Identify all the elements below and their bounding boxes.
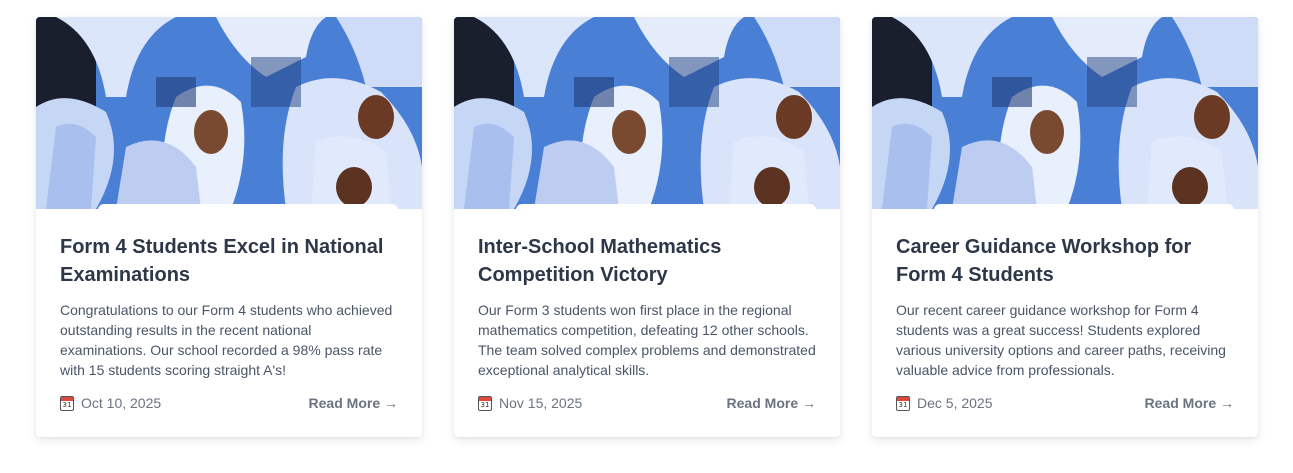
news-card-title[interactable]: Career Guidance Workshop for Form 4 Stud… [896,233,1234,289]
news-card-footer: 31 Nov 15, 2025 Read More → [478,393,816,413]
news-card[interactable]: Career Guidance Workshop for Form 4 Stud… [872,17,1258,437]
calendar-day: 31 [62,400,72,409]
news-card-excerpt: Our Form 3 students won first place in t… [478,302,816,378]
read-more-link[interactable]: Read More → [309,395,398,411]
news-card-title[interactable]: Inter-School Mathematics Competition Vic… [478,233,816,289]
news-card-image[interactable] [36,17,422,209]
news-card-body: Form 4 Students Excel in National Examin… [36,209,422,380]
news-card-date: 31 Oct 10, 2025 [60,395,161,411]
news-card[interactable]: Inter-School Mathematics Competition Vic… [454,17,840,437]
news-card-title[interactable]: Form 4 Students Excel in National Examin… [60,233,398,289]
read-more-link[interactable]: Read More → [727,395,816,411]
news-card-footer: 31 Dec 5, 2025 Read More → [896,393,1234,413]
calendar-icon: 31 [478,395,492,411]
students-photo [36,17,422,209]
news-card-image[interactable] [872,17,1258,209]
news-card[interactable]: Form 4 Students Excel in National Examin… [36,17,422,437]
image-tab [516,204,816,209]
date-text: Nov 15, 2025 [499,395,583,411]
news-card-grid: Form 4 Students Excel in National Examin… [36,17,1258,437]
image-tab [934,204,1234,209]
read-more-link[interactable]: Read More → [1145,395,1234,411]
date-text: Dec 5, 2025 [917,395,993,411]
news-card-date: 31 Dec 5, 2025 [896,395,993,411]
news-card-footer: 31 Oct 10, 2025 Read More → [60,393,398,413]
news-card-body: Inter-School Mathematics Competition Vic… [454,209,840,380]
students-photo [872,17,1258,209]
students-photo [454,17,840,209]
image-tab [98,204,398,209]
news-card-body: Career Guidance Workshop for Form 4 Stud… [872,209,1258,380]
calendar-icon: 31 [896,395,910,411]
calendar-icon: 31 [60,395,74,411]
news-card-date: 31 Nov 15, 2025 [478,395,582,411]
news-card-image[interactable] [454,17,840,209]
date-text: Oct 10, 2025 [81,395,162,411]
calendar-day: 31 [480,400,490,409]
calendar-day: 31 [898,400,908,409]
news-card-excerpt: Congratulations to our Form 4 students w… [60,302,393,378]
news-card-excerpt: Our recent career guidance workshop for … [896,302,1226,378]
